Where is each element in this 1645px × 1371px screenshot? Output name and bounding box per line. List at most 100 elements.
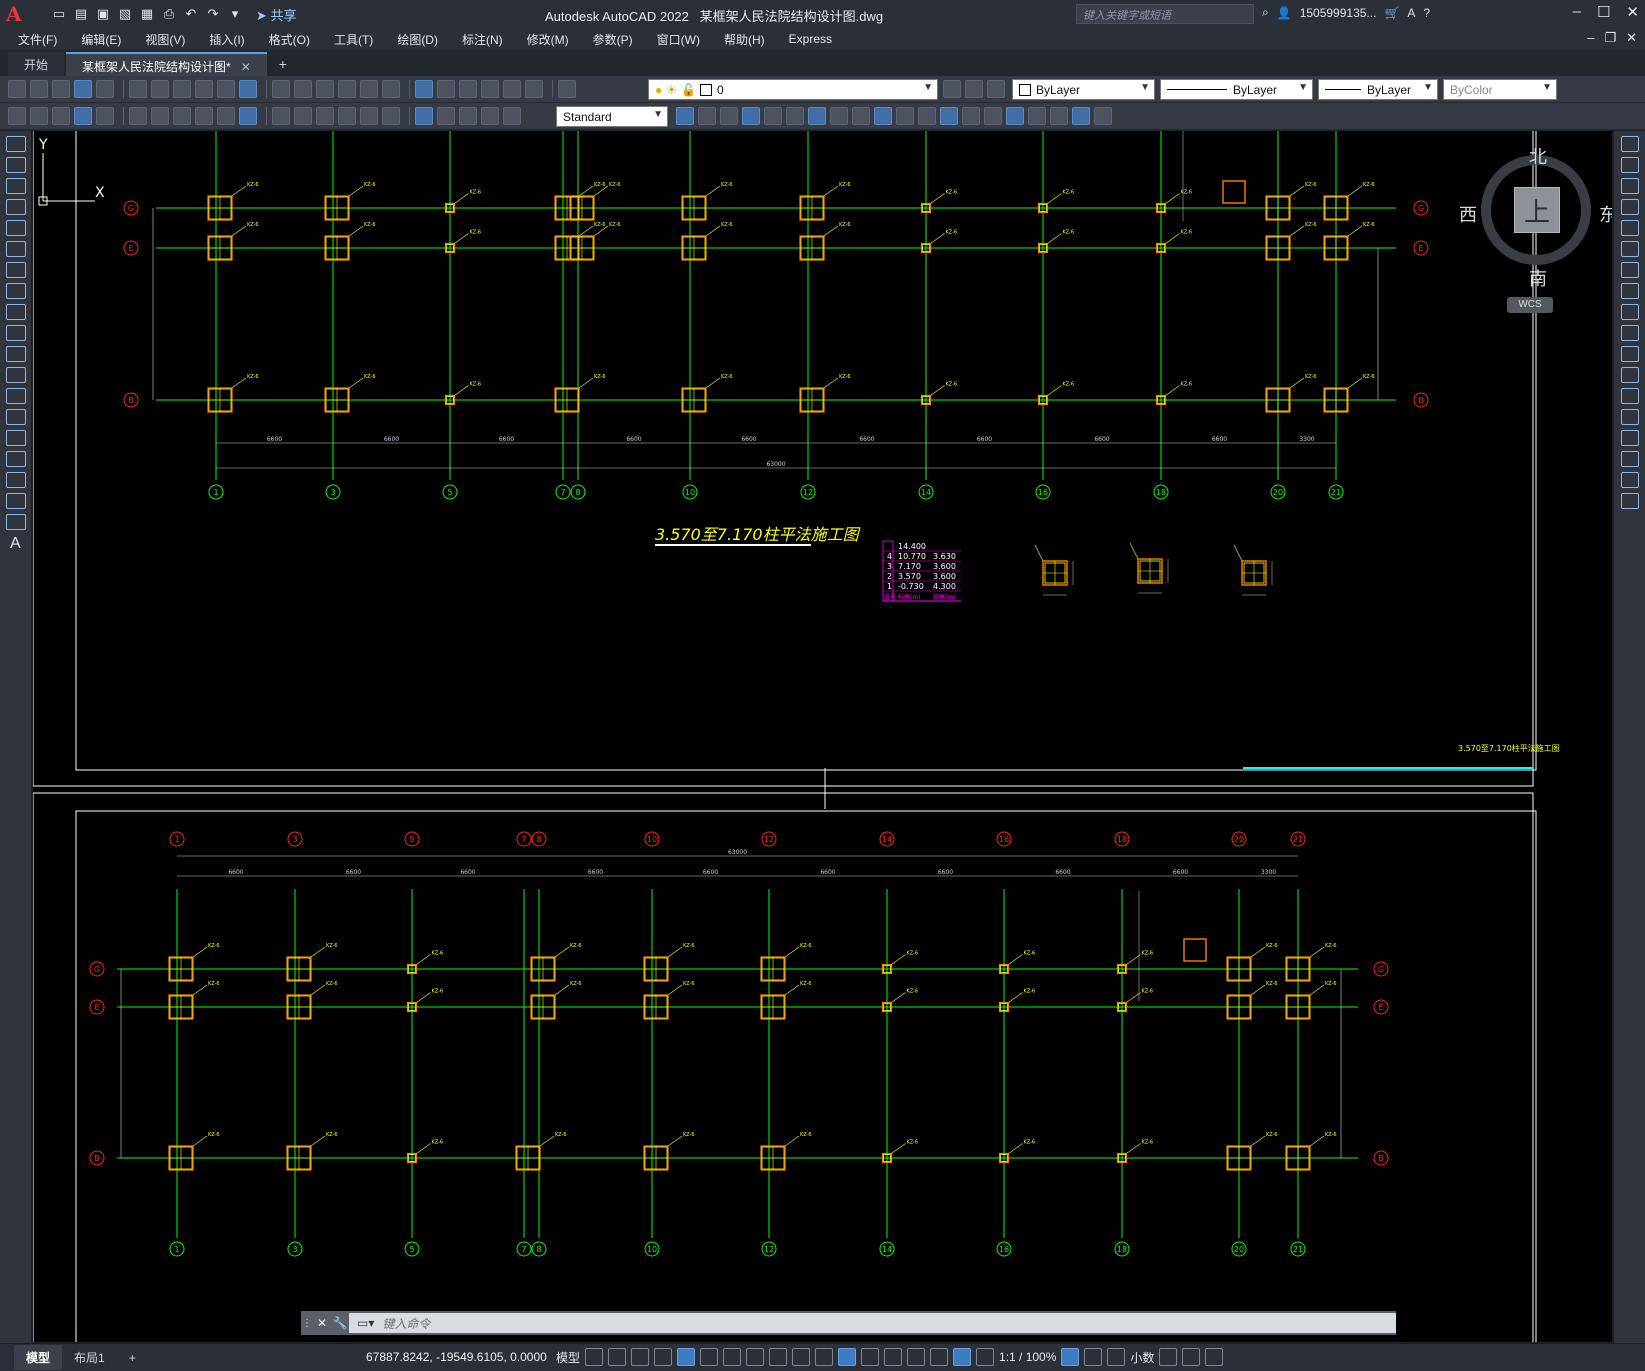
learn-icon[interactable]: A <box>1407 6 1415 20</box>
compass-north[interactable]: 北 <box>1529 143 1547 169</box>
status-toggle-icon[interactable] <box>769 1348 788 1366</box>
standard-tool-icon[interactable] <box>96 80 114 98</box>
modify-tool-icon[interactable] <box>720 107 738 125</box>
standard-tool-icon[interactable] <box>8 80 26 98</box>
status-toggle-icon[interactable] <box>930 1348 949 1366</box>
save-as-icon[interactable]: ▧ <box>116 5 134 23</box>
plot-icon[interactable]: ⎙ <box>160 5 178 23</box>
menu-item-12[interactable]: Express <box>789 32 832 46</box>
cart-icon[interactable]: 🛒 <box>1384 6 1399 20</box>
modify-side-icon[interactable] <box>1621 304 1639 320</box>
layer-tool-icon[interactable] <box>987 80 1005 98</box>
draw-tool-icon[interactable] <box>6 304 26 320</box>
plotstyle-dropdown[interactable]: ByColor ▼ <box>1443 79 1557 100</box>
modify-tool-icon[interactable] <box>698 107 716 125</box>
annotation-scale[interactable]: 1:1 / 100% <box>999 1350 1056 1364</box>
modify-side-icon[interactable] <box>1621 220 1639 236</box>
new-tab-button[interactable]: + <box>269 52 297 76</box>
dimension-tool-icon[interactable] <box>503 107 521 125</box>
modify-side-icon[interactable] <box>1621 430 1639 446</box>
standard-tool-icon[interactable] <box>195 80 213 98</box>
standard-tool-icon[interactable] <box>360 80 378 98</box>
modify-side-icon[interactable] <box>1621 178 1639 194</box>
modify-tool-icon[interactable] <box>764 107 782 125</box>
color-dropdown[interactable]: ByLayer ▼ <box>1012 79 1155 100</box>
modify-side-icon[interactable] <box>1621 493 1639 509</box>
undo-icon[interactable]: ↶ <box>182 5 200 23</box>
status-toggle-icon[interactable] <box>608 1348 627 1366</box>
modify-tool-icon[interactable] <box>1028 107 1046 125</box>
menu-item-7[interactable]: 标注(N) <box>462 31 503 48</box>
modify-tool-icon[interactable] <box>742 107 760 125</box>
doc-close-icon[interactable]: ✕ <box>1626 30 1637 46</box>
doc-restore-icon[interactable]: ❐ <box>1604 30 1616 46</box>
menu-item-0[interactable]: 文件(F) <box>18 31 57 48</box>
layer-tool-icon[interactable] <box>965 80 983 98</box>
draw-tool-icon[interactable] <box>6 472 26 488</box>
dimension-tool-icon[interactable] <box>30 107 48 125</box>
standard-tool-icon[interactable] <box>481 80 499 98</box>
tab-start[interactable]: 开始 <box>8 52 65 76</box>
text-style-dropdown[interactable]: Standard ▼ <box>556 106 668 127</box>
standard-tool-icon[interactable] <box>316 80 334 98</box>
menu-item-2[interactable]: 视图(V) <box>145 31 185 48</box>
draw-tool-icon[interactable] <box>6 241 26 257</box>
standard-tool-icon[interactable] <box>525 80 543 98</box>
status-toggle-icon[interactable] <box>654 1348 673 1366</box>
minimize-icon[interactable]: – <box>1573 3 1581 21</box>
lineweight-dropdown[interactable]: ByLayer ▼ <box>1318 79 1438 100</box>
draw-tool-icon[interactable] <box>6 262 26 278</box>
status-toggle-icon[interactable] <box>1061 1348 1080 1366</box>
standard-tool-icon[interactable] <box>338 80 356 98</box>
status-toggle-icon[interactable] <box>1182 1348 1201 1366</box>
modify-tool-icon[interactable] <box>940 107 958 125</box>
status-toggle-icon[interactable] <box>1084 1348 1103 1366</box>
user-name[interactable]: 1505999135... <box>1300 6 1377 20</box>
status-toggle-icon[interactable] <box>677 1348 696 1366</box>
command-input[interactable]: ▭▾ 键入命令 <box>349 1313 1396 1333</box>
modify-side-icon[interactable] <box>1621 262 1639 278</box>
dimension-tool-icon[interactable] <box>151 107 169 125</box>
status-toggle-icon[interactable] <box>1159 1348 1178 1366</box>
redo-icon[interactable]: ↷ <box>204 5 222 23</box>
status-toggle-icon[interactable] <box>884 1348 903 1366</box>
menu-item-5[interactable]: 工具(T) <box>334 31 373 48</box>
modify-side-icon[interactable] <box>1621 325 1639 341</box>
dimension-tool-icon[interactable] <box>96 107 114 125</box>
standard-tool-icon[interactable] <box>30 80 48 98</box>
maximize-icon[interactable]: ☐ <box>1597 3 1610 21</box>
draw-tool-icon[interactable] <box>6 136 26 152</box>
standard-tool-icon[interactable] <box>129 80 147 98</box>
status-toggle-icon[interactable] <box>700 1348 719 1366</box>
dimension-tool-icon[interactable] <box>459 107 477 125</box>
dimension-tool-icon[interactable] <box>382 107 400 125</box>
draw-tool-icon[interactable] <box>6 493 26 509</box>
standard-tool-icon[interactable] <box>503 80 521 98</box>
draw-tool-icon[interactable] <box>6 199 26 215</box>
standard-tool-icon[interactable] <box>558 80 576 98</box>
draw-tool-icon[interactable] <box>6 430 26 446</box>
draw-tool-icon[interactable] <box>6 220 26 236</box>
units-toggle[interactable]: 小数 <box>1130 1349 1154 1366</box>
status-toggle-icon[interactable] <box>861 1348 880 1366</box>
compass-south[interactable]: 南 <box>1529 265 1547 291</box>
modify-side-icon[interactable] <box>1621 241 1639 257</box>
tab-model[interactable]: 模型 <box>14 1345 63 1370</box>
dimension-tool-icon[interactable] <box>195 107 213 125</box>
model-space-toggle[interactable]: 模型 <box>556 1349 580 1366</box>
dimension-tool-icon[interactable] <box>360 107 378 125</box>
dimension-tool-icon[interactable] <box>415 107 433 125</box>
standard-tool-icon[interactable] <box>173 80 191 98</box>
modify-side-icon[interactable] <box>1621 157 1639 173</box>
standard-tool-icon[interactable] <box>437 80 455 98</box>
status-toggle-icon[interactable] <box>585 1348 604 1366</box>
draw-tool-icon[interactable] <box>6 388 26 404</box>
help-icon[interactable]: ? <box>1423 6 1430 20</box>
status-toggle-icon[interactable] <box>746 1348 765 1366</box>
menu-item-8[interactable]: 修改(M) <box>527 31 569 48</box>
status-toggle-icon[interactable] <box>1205 1348 1224 1366</box>
standard-tool-icon[interactable] <box>151 80 169 98</box>
menu-item-3[interactable]: 插入(I) <box>209 31 244 48</box>
menu-item-11[interactable]: 帮助(H) <box>724 31 765 48</box>
modify-side-icon[interactable] <box>1621 136 1639 152</box>
